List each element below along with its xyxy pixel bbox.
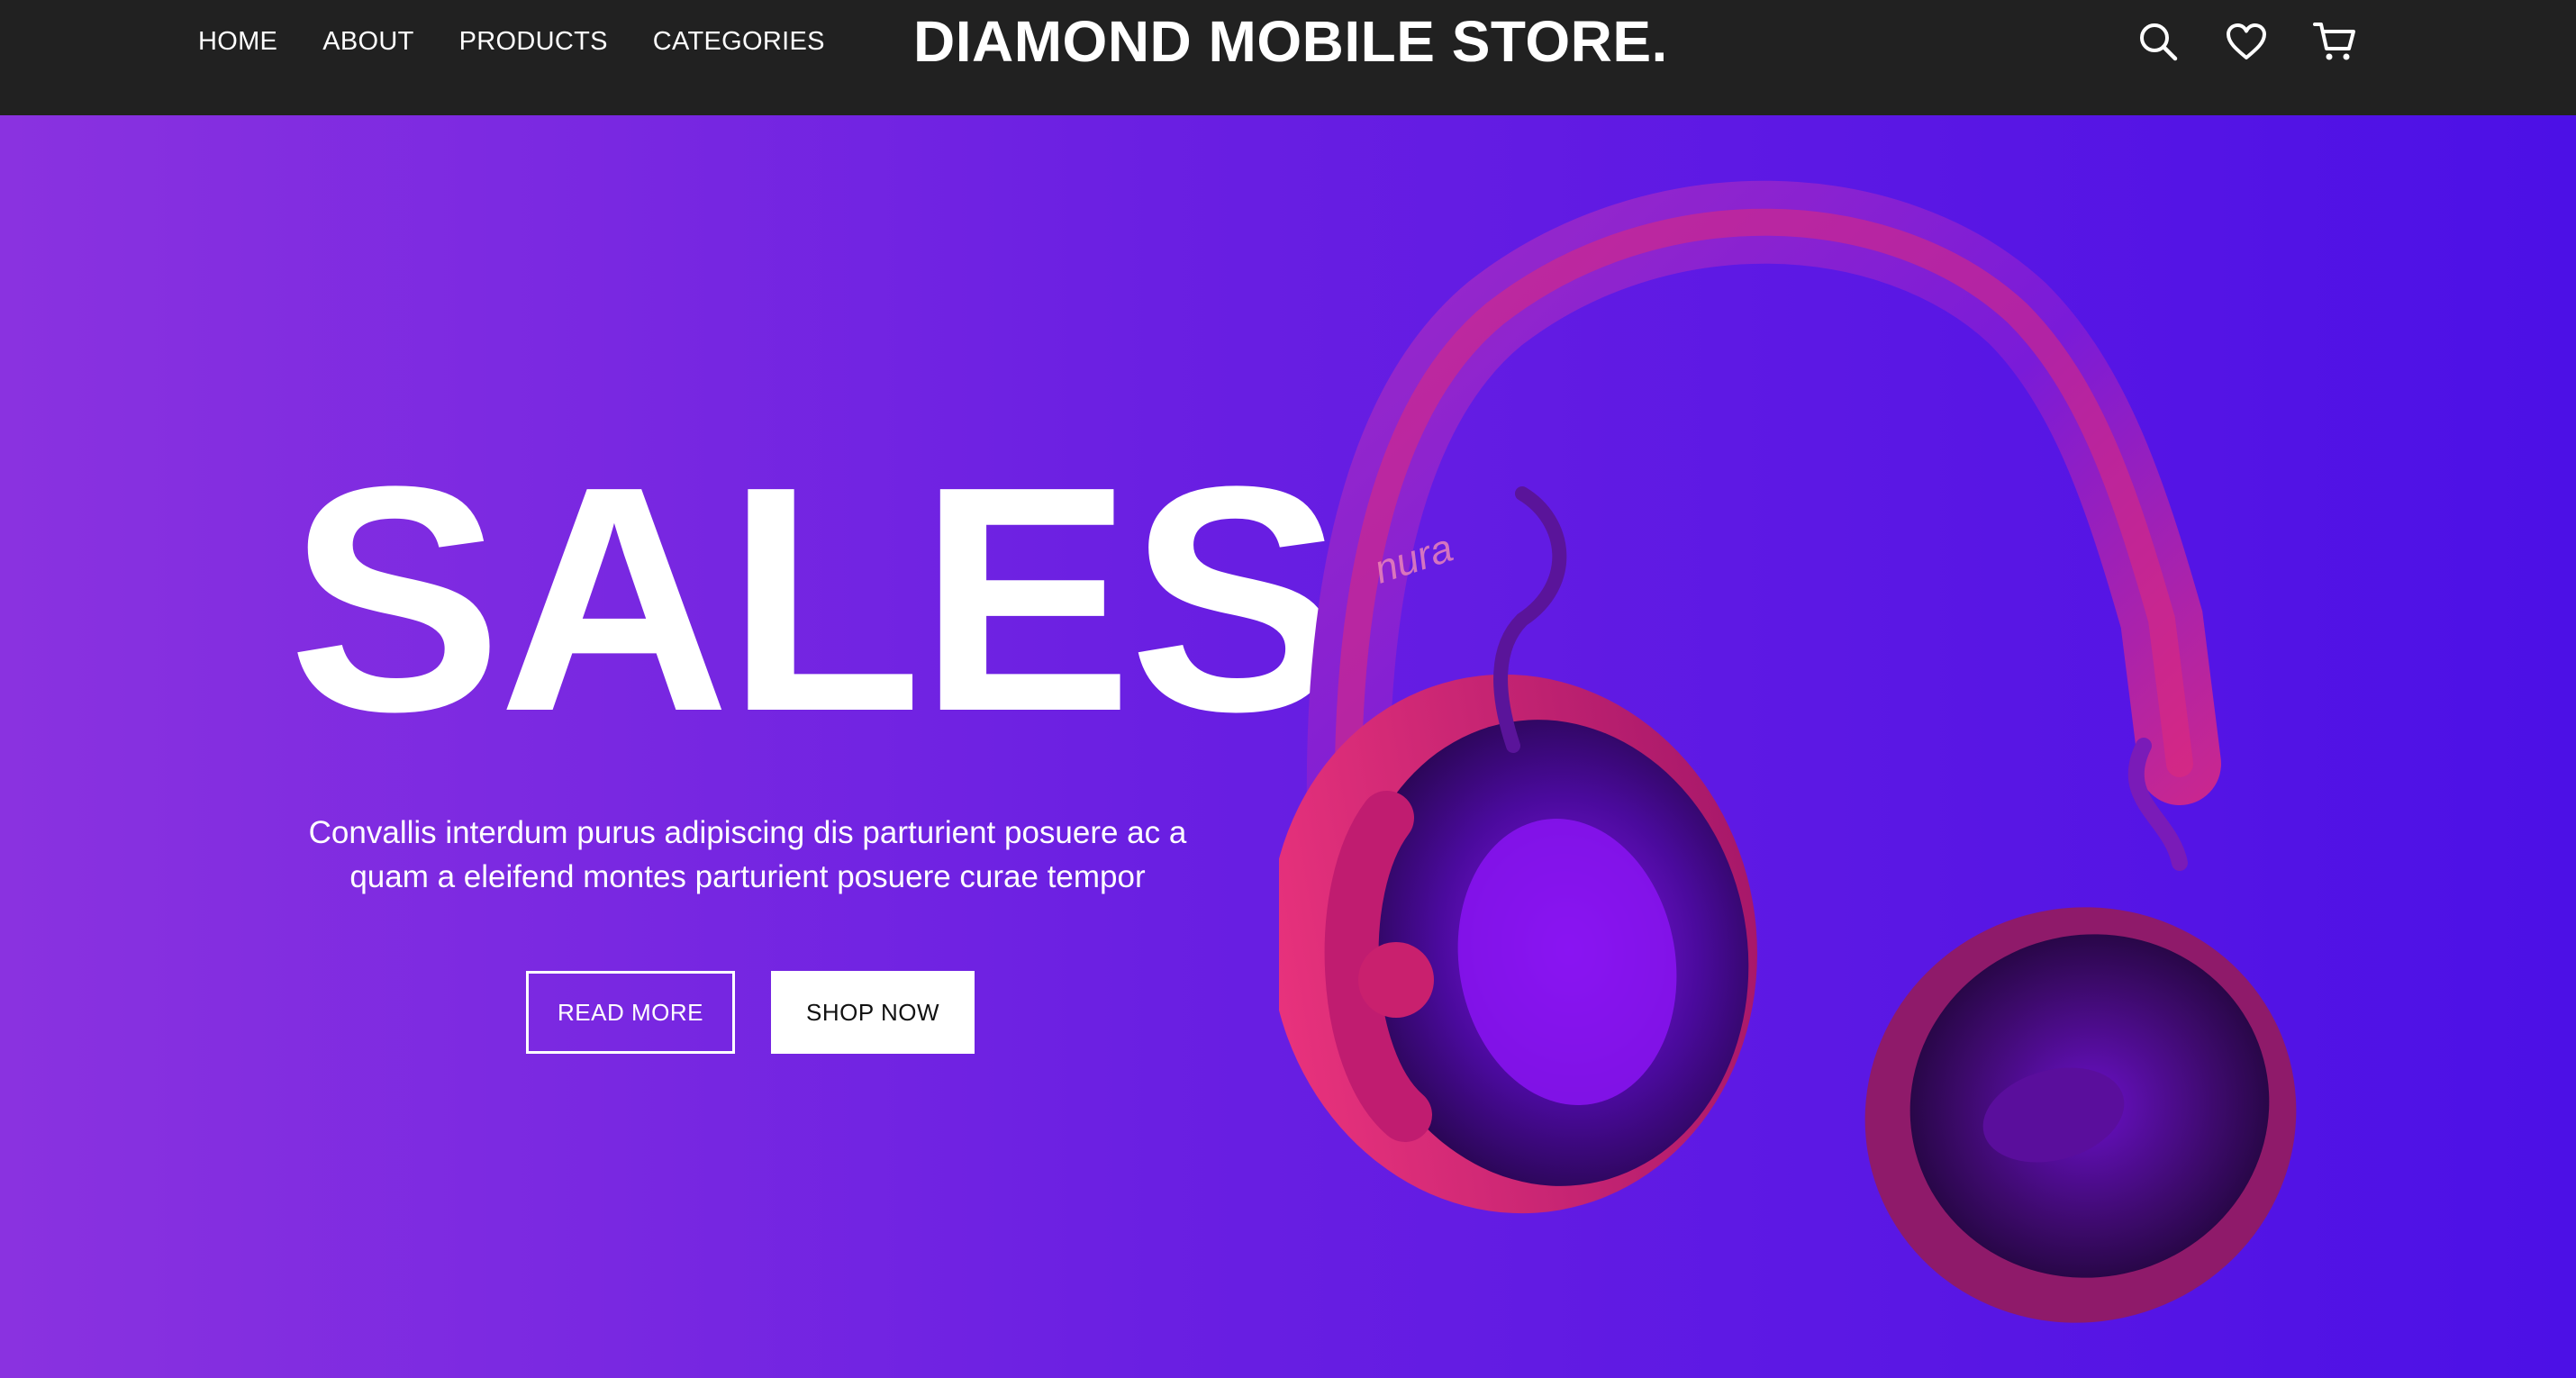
read-more-button[interactable]: READ MORE (526, 971, 735, 1054)
hero-title: SALES (288, 421, 1343, 778)
shop-now-button[interactable]: SHOP NOW (771, 971, 975, 1054)
hero-description: Convallis interdum purus adipiscing dis … (308, 815, 1187, 894)
nav-link-categories[interactable]: CATEGORIES (653, 27, 825, 57)
store-logo[interactable]: DIAMOND MOBILE STORE. (913, 0, 1670, 83)
header-actions (2133, 0, 2360, 83)
main-nav: HOME ABOUT PRODUCTS CATEGORIES (198, 0, 825, 83)
nav-link-about[interactable]: ABOUT (322, 27, 413, 57)
search-icon (2140, 23, 2178, 61)
headphones-product-image: nura (1279, 180, 2297, 1323)
hero-banner: SALES Convallis interdum purus adipiscin… (0, 115, 2576, 1378)
top-navigation-bar: HOME ABOUT PRODUCTS CATEGORIES DIAMOND M… (0, 0, 2576, 115)
cart-button[interactable] (2309, 16, 2360, 67)
heart-icon (2227, 23, 2266, 59)
nav-link-home[interactable]: HOME (198, 27, 277, 57)
cart-icon (2313, 23, 2355, 60)
wishlist-button[interactable] (2221, 16, 2272, 67)
nav-link-products[interactable]: PRODUCTS (459, 27, 608, 57)
page: HOME ABOUT PRODUCTS CATEGORIES DIAMOND M… (0, 0, 2576, 1378)
search-button[interactable] (2133, 16, 2183, 67)
